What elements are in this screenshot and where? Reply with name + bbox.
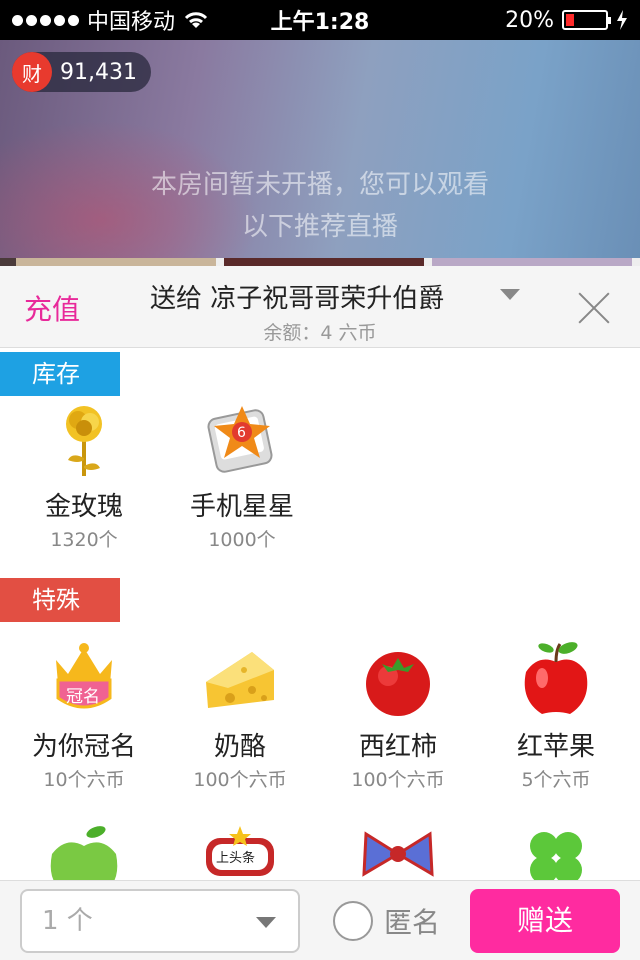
- gift-name: 红苹果: [516, 732, 595, 762]
- gift-name: 手机星星: [189, 492, 294, 522]
- battery-icon: [562, 10, 611, 30]
- gift-price: 5个六币: [521, 769, 591, 791]
- gift-item-crown-name[interactable]: 冠名 为你冠名 10个六币: [4, 640, 164, 792]
- headline-sign-text: 上头条: [216, 850, 255, 866]
- offline-message: 本房间暂未开播，您可以观看 以下推荐直播: [0, 164, 640, 248]
- gift-item-tomato[interactable]: 西红柿 100个六币: [318, 640, 478, 792]
- section-label: 库存: [32, 360, 80, 388]
- gift-item-cheese[interactable]: 奶酪 100个六币: [160, 640, 320, 792]
- quantity-select[interactable]: 1 个: [20, 889, 300, 953]
- gift-footer: 1 个 匿名 赠送: [0, 880, 640, 960]
- gift-item-red-apple[interactable]: 红苹果 5个六币: [476, 640, 636, 792]
- recommended-thumb[interactable]: [224, 258, 424, 266]
- offline-message-line1: 本房间暂未开播，您可以观看: [150, 170, 489, 200]
- balance-label: 余额：4 六币: [263, 322, 377, 344]
- svg-text:6: 6: [237, 425, 246, 441]
- gold-rose-icon: [44, 400, 124, 480]
- gift-item-phone-star[interactable]: 6 手机星星 1000个: [162, 400, 322, 552]
- battery-percent: 20%: [505, 7, 554, 33]
- section-tag-inventory: 库存: [0, 352, 126, 396]
- recipient-selector[interactable]: 送给 凉子祝哥哥荣升伯爵: [150, 278, 444, 315]
- gift-price: 100个六币: [193, 769, 287, 791]
- section-tag-special: 特殊: [0, 578, 126, 622]
- tomato-icon: [358, 640, 438, 720]
- status-bar-right: 20%: [505, 8, 628, 33]
- anonymous-radio[interactable]: [333, 901, 373, 941]
- live-room-hero: 财 91,431 本房间暂未开播，您可以观看 以下推荐直播: [0, 40, 640, 266]
- gift-name: 奶酪: [213, 732, 266, 762]
- anonymous-label[interactable]: 匿名: [384, 901, 440, 941]
- status-bar: 中国移动 上午1:28 20%: [0, 0, 640, 40]
- gift-item-gold-rose[interactable]: 金玫瑰 1320个: [4, 400, 164, 552]
- gift-price: 100个六币: [351, 769, 445, 791]
- offline-message-line2: 以下推荐直播: [241, 212, 398, 242]
- gift-name: 西红柿: [358, 732, 437, 762]
- gift-name: 金玫瑰: [44, 492, 123, 522]
- cheese-icon: [200, 640, 280, 720]
- phone-star-icon: 6: [202, 400, 282, 480]
- recommended-thumbnails[interactable]: [0, 258, 640, 266]
- chevron-down-icon[interactable]: [500, 289, 520, 300]
- gift-panel-header: 充值 送给 凉子祝哥哥荣升伯爵 余额：4 六币: [0, 266, 640, 348]
- svg-text:冠名: 冠名: [66, 687, 100, 707]
- close-icon[interactable]: [576, 290, 612, 326]
- crown-name-icon: 冠名: [44, 640, 124, 720]
- gift-price: 1320个: [50, 529, 118, 551]
- fortune-badge: 财: [12, 52, 52, 92]
- fortune-count: 91,431: [60, 59, 137, 85]
- gift-price: 1000个: [208, 529, 276, 551]
- charging-bolt-icon: [617, 10, 627, 30]
- recommended-thumb[interactable]: [16, 258, 216, 266]
- recommended-thumb[interactable]: [432, 258, 632, 266]
- gift-name: 为你冠名: [31, 732, 136, 762]
- give-gift-button[interactable]: 赠送: [470, 889, 620, 953]
- gift-price: 10个六币: [43, 769, 125, 791]
- section-label: 特殊: [32, 586, 80, 614]
- chevron-down-icon: [256, 917, 276, 928]
- red-apple-icon: [516, 640, 596, 720]
- quantity-value: 1 个: [42, 906, 93, 936]
- fortune-counter[interactable]: 财 91,431: [12, 52, 151, 92]
